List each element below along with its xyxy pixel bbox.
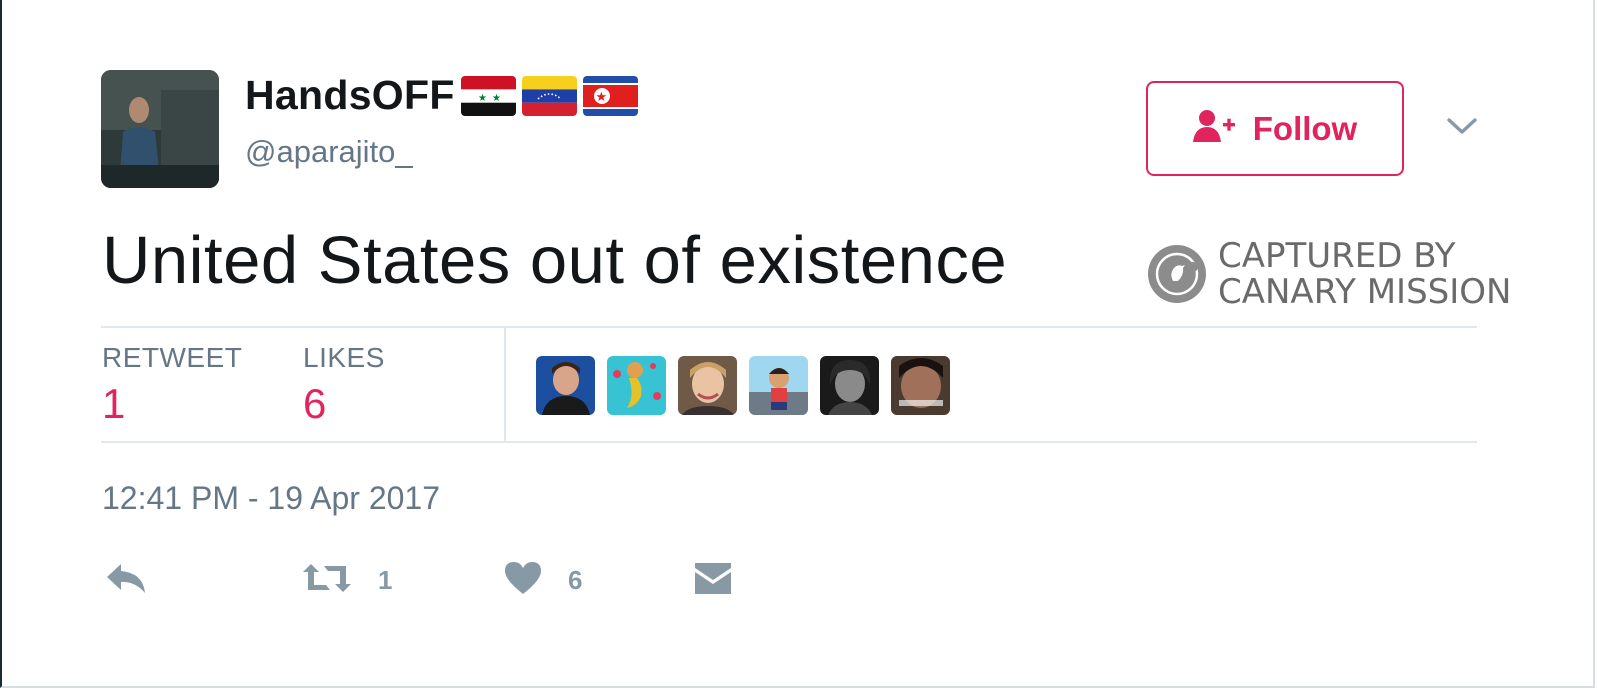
direct-message-button[interactable] xyxy=(694,560,732,601)
retweet-stat-count: 1 xyxy=(102,380,126,427)
likes-stat-label: LIKES xyxy=(303,342,385,373)
chevron-down-icon[interactable] xyxy=(1444,108,1480,144)
watermark-text: CAPTURED BY CANARY MISSION xyxy=(1218,238,1511,310)
likes-stat-count: 6 xyxy=(303,380,327,427)
watermark-line-1: CAPTURED BY xyxy=(1218,236,1456,276)
liker-avatar[interactable] xyxy=(607,356,666,415)
tweet-timestamp[interactable]: 12:41 PM - 19 Apr 2017 xyxy=(102,480,440,517)
liker-avatar[interactable] xyxy=(678,356,737,415)
retweet-stat[interactable]: RETWEET 1 xyxy=(102,342,242,428)
add-user-icon xyxy=(1192,109,1239,148)
divider xyxy=(101,441,1477,443)
retweet-count: 1 xyxy=(378,565,393,595)
tweet-card: HandsOFF ★ ★ ★ @aparajito_ Follow United… xyxy=(0,0,1595,688)
flag-group: ★ ★ ★ xyxy=(460,75,644,116)
envelope-icon xyxy=(694,560,732,601)
liker-avatar[interactable] xyxy=(536,356,595,415)
like-button[interactable]: 6 xyxy=(504,560,582,601)
likes-stat[interactable]: LIKES 6 xyxy=(303,342,385,428)
retweet-stat-label: RETWEET xyxy=(102,342,243,373)
likers-list xyxy=(536,356,962,415)
avatar[interactable] xyxy=(101,70,219,188)
syria-flag-icon: ★ ★ xyxy=(460,75,516,116)
svg-text:★: ★ xyxy=(492,93,501,104)
reply-button[interactable] xyxy=(105,560,147,601)
user-handle[interactable]: @aparajito_ xyxy=(245,134,413,170)
heart-icon xyxy=(504,560,542,601)
canary-logo-icon xyxy=(1148,245,1206,303)
liker-avatar[interactable] xyxy=(820,356,879,415)
liker-avatar[interactable] xyxy=(891,356,950,415)
tweet-text: United States out of existence xyxy=(102,223,1008,298)
venezuela-flag-icon xyxy=(521,75,577,116)
svg-text:★: ★ xyxy=(478,93,487,104)
follow-button[interactable]: Follow xyxy=(1146,81,1404,176)
divider xyxy=(504,328,506,441)
retweet-button[interactable]: 1 xyxy=(302,560,392,601)
svg-text:★: ★ xyxy=(595,90,607,105)
divider xyxy=(101,326,1477,328)
liker-avatar[interactable] xyxy=(749,356,808,415)
retweet-icon xyxy=(302,560,352,601)
reply-icon xyxy=(105,560,147,601)
north-korea-flag-icon: ★ xyxy=(582,75,638,116)
watermark-line-2: CANARY MISSION xyxy=(1218,272,1512,312)
canary-mission-watermark: CAPTURED BY CANARY MISSION xyxy=(1148,238,1511,310)
follow-button-label: Follow xyxy=(1252,109,1358,147)
like-count: 6 xyxy=(568,565,583,595)
display-name[interactable]: HandsOFF xyxy=(245,72,455,119)
name-row: HandsOFF ★ ★ ★ xyxy=(245,72,644,119)
